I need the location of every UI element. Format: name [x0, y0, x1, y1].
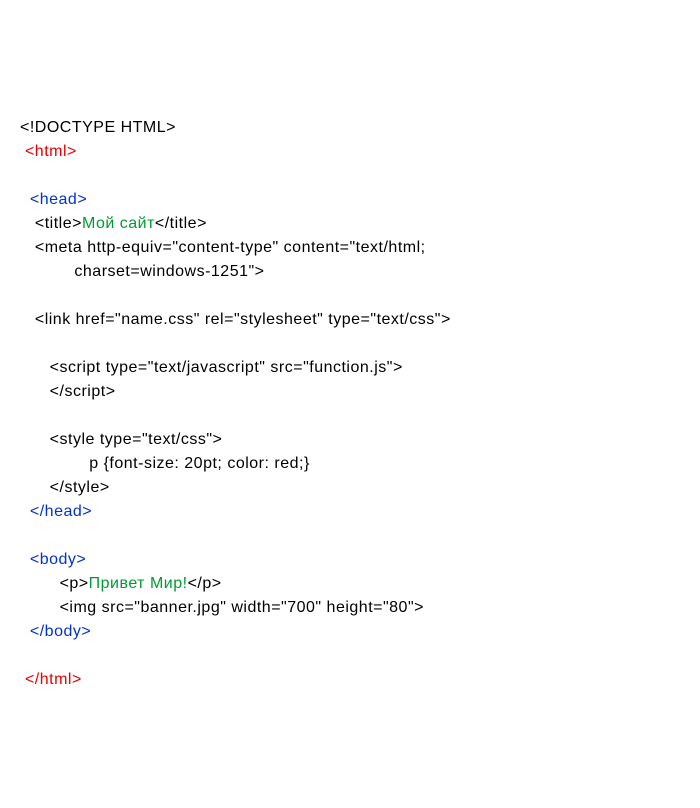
html-open-tag: <html>: [25, 143, 77, 160]
html-close-tag: </html>: [25, 671, 82, 688]
doctype-line: <!DOCTYPE HTML>: [20, 119, 176, 136]
p-open-tag: <p>: [60, 575, 89, 592]
p-close-tag: </p>: [188, 575, 222, 592]
title-close-tag: </title>: [155, 215, 207, 232]
body-close-tag: </body>: [30, 623, 91, 640]
meta-line-2: charset=windows-1251">: [74, 263, 264, 280]
link-line: <link href="name.css" rel="stylesheet" t…: [35, 311, 451, 328]
style-open-tag: <style type="text/css">: [50, 431, 223, 448]
head-open-tag: <head>: [30, 191, 87, 208]
title-text: Мой сайт: [82, 215, 155, 232]
head-close-tag: </head>: [30, 503, 92, 520]
style-close-tag: </style>: [50, 479, 110, 496]
img-line: <img src="banner.jpg" width="700" height…: [60, 599, 424, 616]
p-text: Привет Мир!: [89, 575, 188, 592]
meta-line-1: <meta http-equiv="content-type" content=…: [35, 239, 426, 256]
script-close-tag: </script>: [50, 383, 116, 400]
style-rule: p {font-size: 20pt; color: red;}: [89, 455, 310, 472]
title-open-tag: <title>: [35, 215, 82, 232]
body-open-tag: <body>: [30, 551, 86, 568]
script-open-tag: <script type="text/javascript" src="func…: [50, 359, 403, 376]
